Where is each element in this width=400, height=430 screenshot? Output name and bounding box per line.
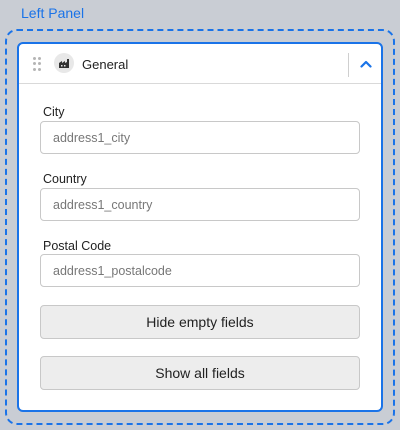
- chevron-up-icon: [360, 60, 372, 68]
- section-title: General: [82, 57, 129, 72]
- city-label: City: [43, 105, 65, 119]
- hide-empty-fields-button[interactable]: Hide empty fields: [40, 305, 360, 339]
- section-card: General City Country Postal Code Hide em…: [17, 42, 383, 412]
- drag-handle-icon[interactable]: [33, 57, 41, 71]
- city-field[interactable]: [40, 121, 360, 154]
- collapse-button[interactable]: [353, 50, 379, 78]
- postal-code-label: Postal Code: [43, 239, 112, 253]
- panel-title: Left Panel: [21, 5, 85, 21]
- show-all-fields-button[interactable]: Show all fields: [40, 356, 360, 390]
- country-field[interactable]: [40, 188, 360, 221]
- postal-code-field[interactable]: [40, 254, 360, 287]
- section-header[interactable]: General: [19, 44, 381, 84]
- factory-icon: [54, 53, 74, 73]
- header-divider: [348, 53, 349, 77]
- country-label: Country: [43, 172, 87, 186]
